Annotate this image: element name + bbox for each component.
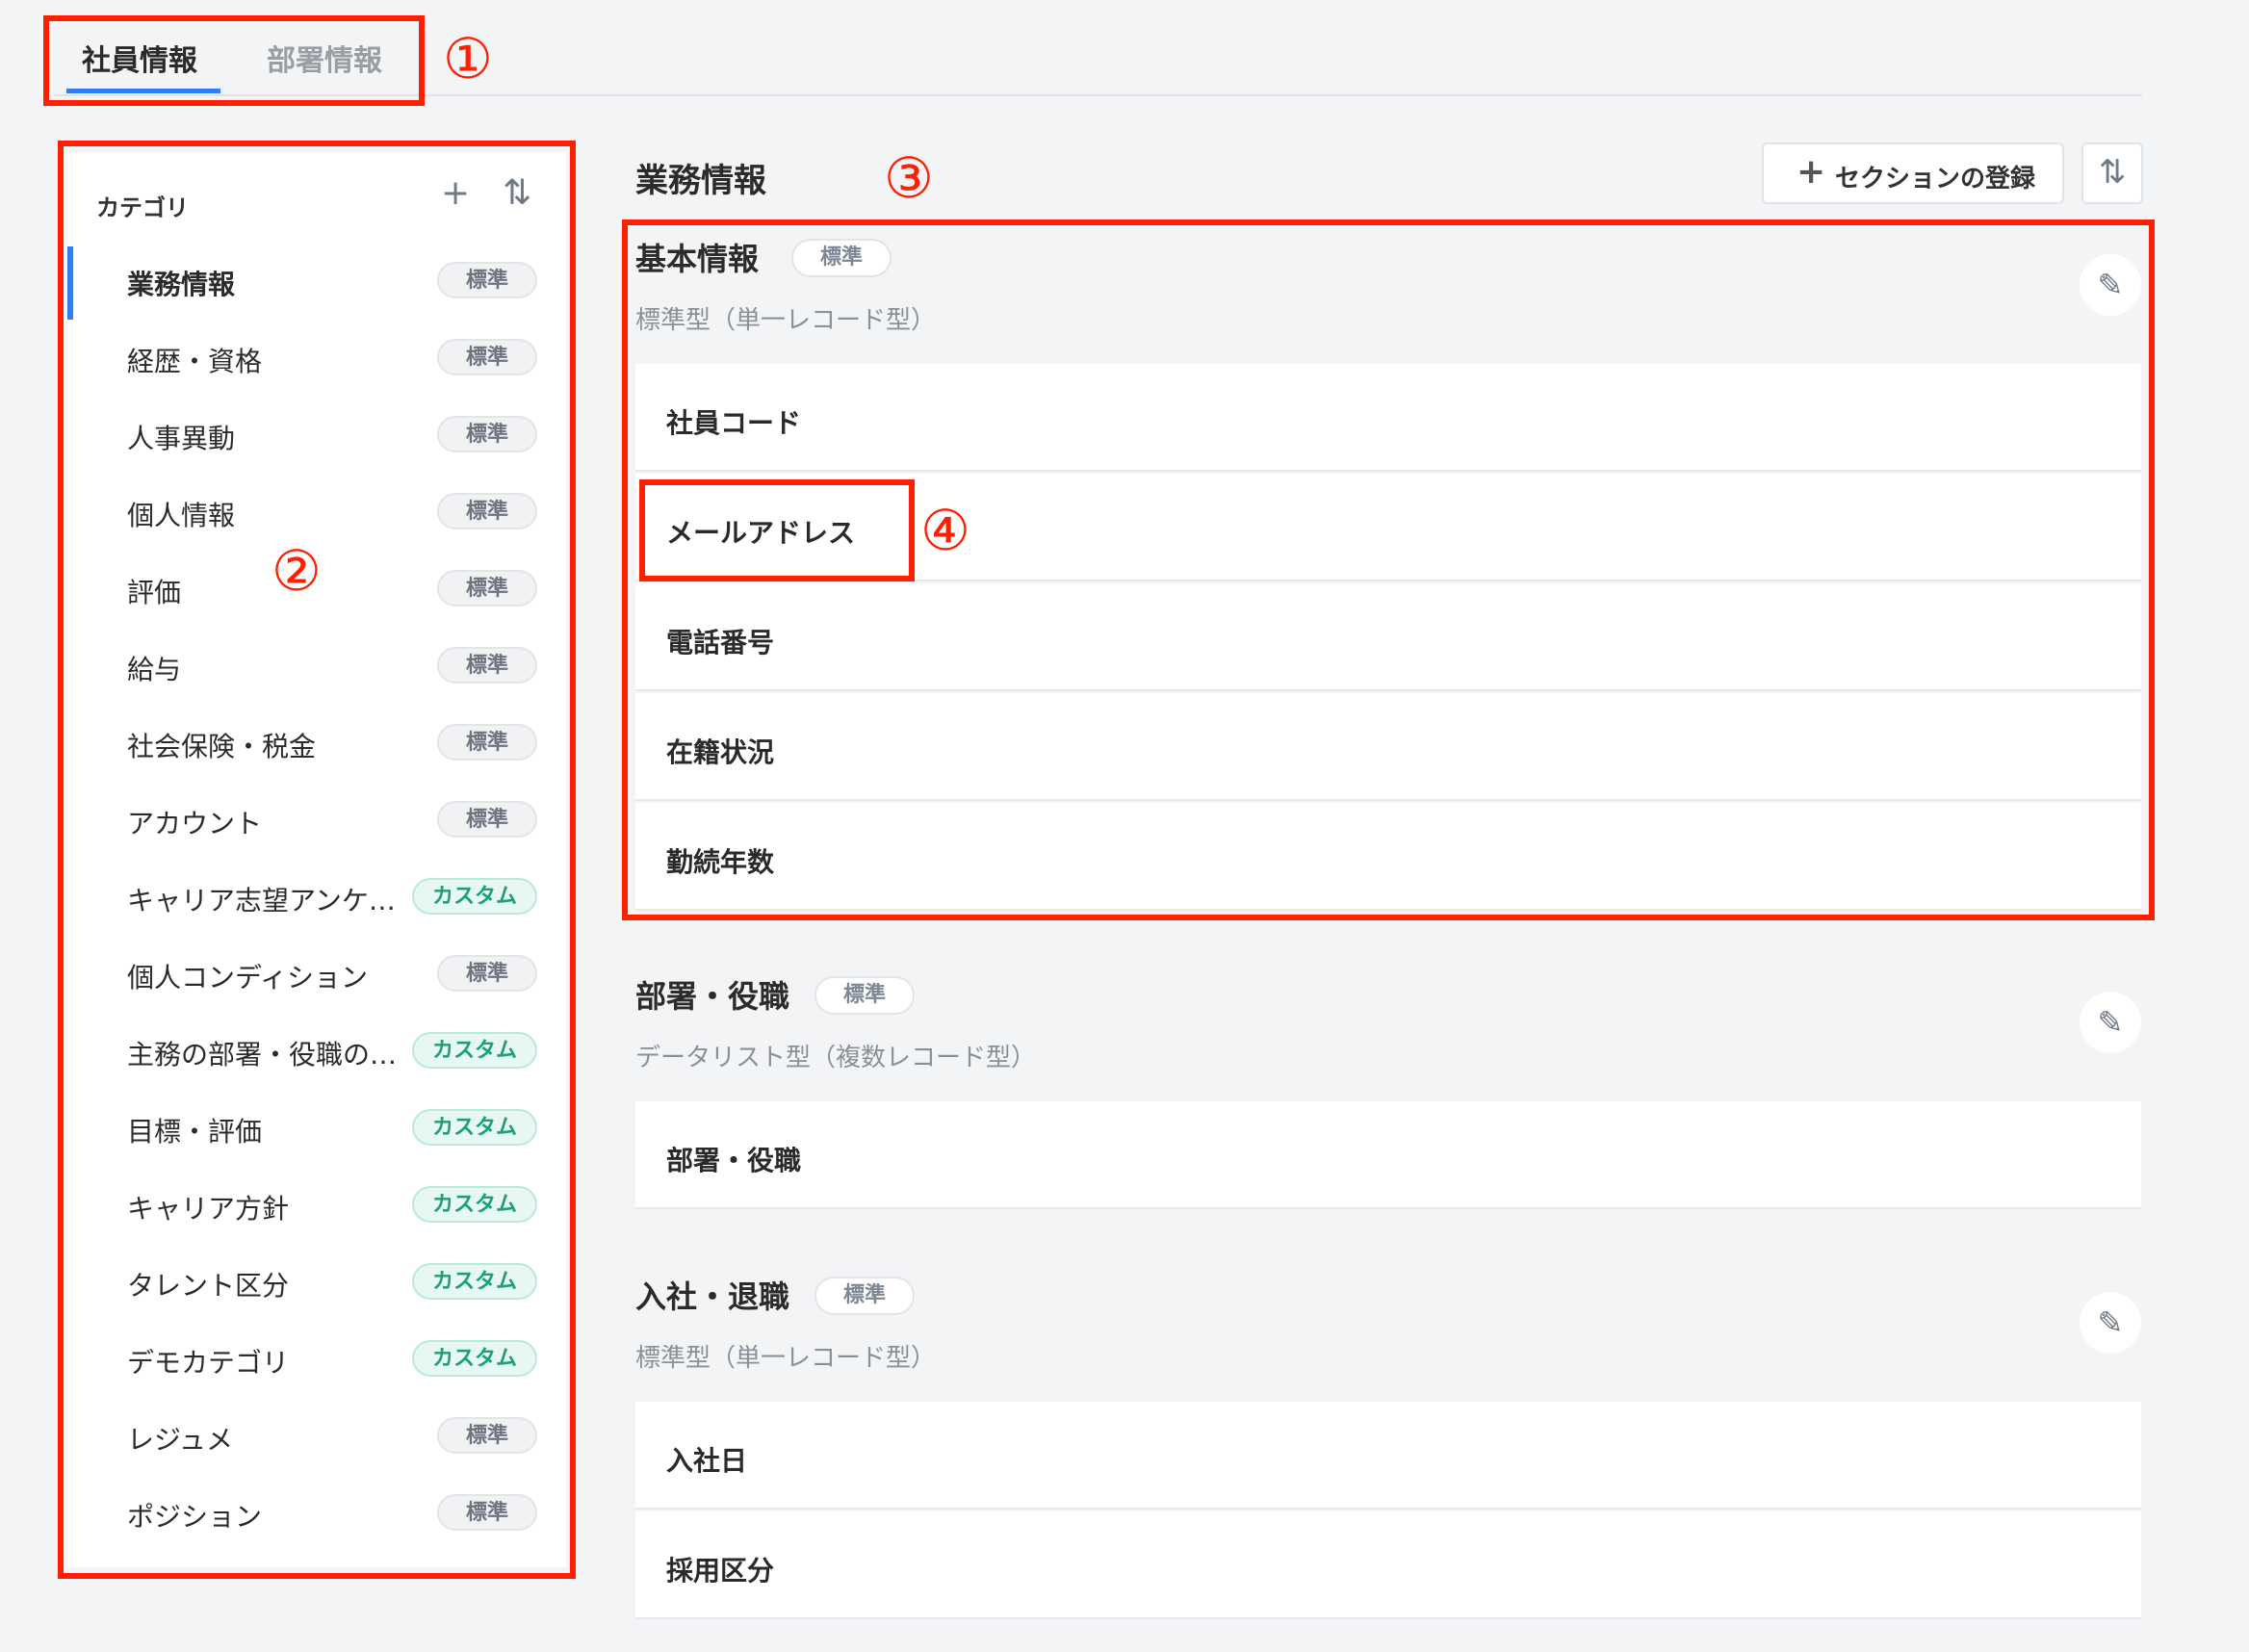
- tab-department-info[interactable]: 部署情報: [267, 37, 382, 79]
- field-row[interactable]: メールアドレス: [635, 474, 2141, 581]
- sidebar-item-label: 業務情報: [127, 269, 236, 300]
- field-label: 部署・役職: [666, 1145, 802, 1176]
- category-sidebar: カテゴリ + ⇅ 業務情報 標準 経歴・資格 標準 人事異動 標準 個人情報 標準 評価 標準 給与…: [67, 152, 566, 1567]
- field-label: 社員コード: [666, 407, 802, 439]
- field-label: 勤続年数: [666, 846, 775, 878]
- sidebar-item-label: デモカテゴリ: [127, 1347, 290, 1379]
- field-row[interactable]: 在籍状況: [635, 693, 2141, 801]
- edit-section-icon[interactable]: ✎: [2080, 992, 2141, 1053]
- edit-section-icon[interactable]: ✎: [2080, 1292, 2141, 1354]
- sidebar-item-label: キャリア方針: [127, 1193, 290, 1225]
- standard-badge: 標準: [437, 493, 537, 529]
- field-row[interactable]: 電話番号: [635, 583, 2141, 691]
- custom-badge: カスタム: [412, 1263, 537, 1300]
- tab-employee-info[interactable]: 社員情報: [82, 37, 197, 79]
- sidebar-item[interactable]: キャリア志望アンケ… カスタム: [67, 863, 566, 932]
- standard-badge: 標準: [437, 955, 537, 992]
- field-row[interactable]: 採用区分: [635, 1511, 2141, 1619]
- standard-badge: 標準: [437, 724, 537, 761]
- field-row[interactable]: 勤続年数: [635, 803, 2141, 911]
- sidebar-item[interactable]: デモカテゴリ カスタム: [67, 1325, 566, 1394]
- sidebar-item[interactable]: 給与 標準: [67, 632, 566, 701]
- active-tab-indicator: [66, 89, 220, 93]
- active-item-indicator: [67, 246, 73, 320]
- sidebar-item[interactable]: 業務情報 標準: [67, 246, 566, 320]
- sidebar-item[interactable]: キャリア方針 カスタム: [67, 1171, 566, 1240]
- sort-category-icon[interactable]: ⇅: [503, 173, 531, 213]
- field-label: メールアドレス: [666, 517, 856, 549]
- custom-badge: カスタム: [412, 1340, 537, 1377]
- custom-badge: カスタム: [412, 878, 537, 915]
- sidebar-item[interactable]: レジュメ 標準: [67, 1402, 566, 1471]
- sidebar-item-label: ポジション: [127, 1501, 263, 1533]
- sidebar-item[interactable]: アカウント 標準: [67, 786, 566, 855]
- field-label: 電話番号: [666, 627, 775, 658]
- field-row[interactable]: 社員コード: [635, 364, 2141, 472]
- sidebar-item-label: タレント区分: [127, 1270, 290, 1302]
- sidebar-item[interactable]: 目標・評価 カスタム: [67, 1094, 566, 1163]
- section-standard-badge: 標準: [791, 239, 892, 277]
- plus-icon: +: [1797, 152, 1826, 192]
- sidebar-item-label: アカウント: [127, 808, 263, 839]
- sidebar-item[interactable]: 人事異動 標準: [67, 400, 566, 470]
- sidebar-item-label: 社会保険・税金: [127, 731, 317, 762]
- section-standard-badge: 標準: [814, 976, 915, 1015]
- standard-badge: 標準: [437, 647, 537, 684]
- sidebar-item-label: 個人情報: [127, 500, 236, 531]
- custom-badge: カスタム: [412, 1032, 537, 1069]
- category-header: カテゴリ: [96, 194, 189, 221]
- standard-badge: 標準: [437, 1494, 537, 1531]
- section-subtitle: 標準型（単一レコード型）: [635, 306, 937, 335]
- section-title: 部署・役職: [635, 978, 790, 1015]
- sidebar-item[interactable]: 主務の部署・役職の… カスタム: [67, 1017, 566, 1086]
- section-subtitle: データリスト型（複数レコード型）: [635, 1044, 1037, 1072]
- sidebar-item[interactable]: 社会保険・税金 標準: [67, 709, 566, 778]
- sort-sections-button[interactable]: ⇅: [2081, 142, 2143, 204]
- sidebar-item[interactable]: ポジション 標準: [67, 1479, 566, 1548]
- sidebar-item-label: 目標・評価: [127, 1116, 263, 1148]
- sidebar-item-label: レジュメ: [127, 1424, 234, 1456]
- field-row[interactable]: 入社日: [635, 1402, 2141, 1510]
- standard-badge: 標準: [437, 1417, 537, 1454]
- standard-badge: 標準: [437, 416, 537, 452]
- standard-badge: 標準: [437, 262, 537, 298]
- sidebar-item-label: 人事異動: [127, 423, 236, 454]
- custom-badge: カスタム: [412, 1109, 537, 1146]
- annotation-marker-1: ①: [443, 26, 493, 91]
- page-title: 業務情報: [635, 162, 766, 200]
- field-label: 在籍状況: [666, 736, 775, 768]
- standard-badge: 標準: [437, 801, 537, 838]
- add-category-icon[interactable]: +: [441, 173, 470, 213]
- section-title: 入社・退職: [635, 1278, 790, 1315]
- annotation-marker-3: ③: [884, 145, 934, 211]
- sidebar-item[interactable]: 個人コンディション 標準: [67, 940, 566, 1009]
- sidebar-item[interactable]: 個人情報 標準: [67, 478, 566, 547]
- sidebar-item-label: 給与: [127, 654, 182, 685]
- sidebar-item[interactable]: 経歴・資格 標準: [67, 323, 566, 393]
- sidebar-item-label: 個人コンディション: [127, 962, 369, 994]
- field-label: 入社日: [666, 1445, 748, 1477]
- field-label: 採用区分: [666, 1555, 775, 1587]
- custom-badge: カスタム: [412, 1186, 537, 1223]
- annotation-marker-2: ②: [271, 538, 322, 604]
- edit-section-icon[interactable]: ✎: [2080, 254, 2141, 316]
- field-row[interactable]: 部署・役職: [635, 1101, 2141, 1209]
- standard-badge: 標準: [437, 570, 537, 607]
- register-section-label: セクションの登録: [1835, 165, 2036, 194]
- sidebar-item-label: 経歴・資格: [127, 346, 263, 377]
- section-title: 基本情報: [635, 241, 760, 277]
- sidebar-item[interactable]: タレント区分 カスタム: [67, 1248, 566, 1317]
- tab-bar: 社員情報 部署情報: [53, 19, 2142, 96]
- sidebar-item-label: 評価: [127, 577, 182, 608]
- annotation-marker-4: ④: [920, 498, 970, 563]
- register-section-button[interactable]: + セクションの登録: [1762, 142, 2064, 204]
- section-subtitle: 標準型（単一レコード型）: [635, 1344, 937, 1373]
- standard-badge: 標準: [437, 339, 537, 375]
- sidebar-item-label: キャリア志望アンケ…: [127, 885, 396, 916]
- sidebar-item-label: 主務の部署・役職の…: [127, 1039, 398, 1071]
- section-standard-badge: 標準: [814, 1277, 915, 1315]
